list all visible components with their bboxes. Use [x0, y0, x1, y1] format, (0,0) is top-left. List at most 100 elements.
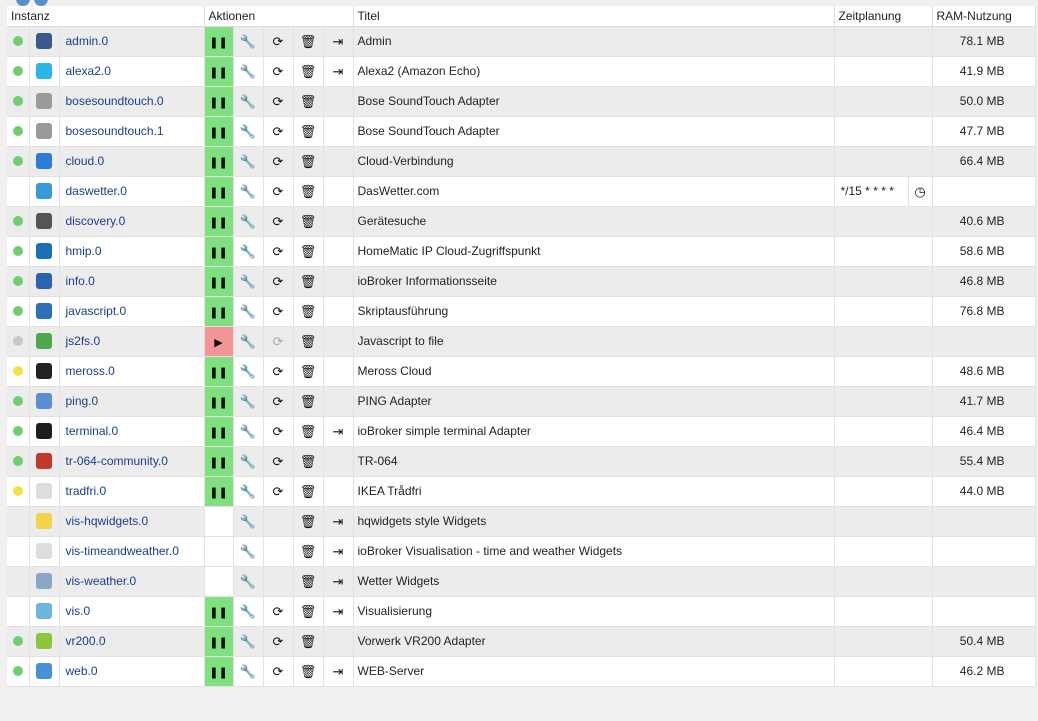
column-ram[interactable]: RAM-Nutzung: [932, 6, 1036, 27]
pause-button[interactable]: ❚❚: [204, 176, 234, 207]
settings-button[interactable]: 🔧: [233, 506, 264, 537]
pause-button[interactable]: ❚❚: [204, 266, 234, 297]
instance-name-cell[interactable]: javascript.0: [59, 296, 205, 327]
delete-button[interactable]: 🗑: [293, 656, 324, 687]
instance-name[interactable]: discovery.0: [60, 214, 126, 228]
instance-name[interactable]: web.0: [60, 664, 98, 678]
delete-button[interactable]: 🗑: [293, 566, 324, 597]
restart-button[interactable]: ⟳: [263, 26, 294, 57]
instance-name-cell[interactable]: terminal.0: [59, 416, 205, 447]
instance-name[interactable]: hmip.0: [60, 244, 102, 258]
start-button[interactable]: ▶: [204, 326, 234, 357]
instance-name[interactable]: daswetter.0: [60, 184, 127, 198]
delete-button[interactable]: 🗑: [293, 176, 324, 207]
table-row[interactable]: vis-hqwidgets.0 🔧 🗑 ⇥ hqwidgets style Widget…: [7, 506, 1036, 537]
table-row[interactable]: meross.0 ❚❚ 🔧 ⟳ 🗑 Meross Cloud 48.6 MB: [7, 356, 1036, 387]
instance-name[interactable]: meross.0: [60, 364, 115, 378]
table-row[interactable]: admin.0 ❚❚ 🔧 ⟳ 🗑 ⇥ Admin 78.1 MB: [7, 26, 1036, 57]
delete-button[interactable]: 🗑: [293, 536, 324, 567]
restart-button[interactable]: ⟳: [263, 386, 294, 417]
instance-name-cell[interactable]: bosesoundtouch.0: [59, 86, 205, 117]
instance-name[interactable]: vis-hqwidgets.0: [60, 514, 149, 528]
pause-button[interactable]: ❚❚: [204, 86, 234, 117]
settings-button[interactable]: 🔧: [233, 536, 264, 567]
table-row[interactable]: info.0 ❚❚ 🔧 ⟳ 🗑 ioBroker Informationsseite 46.…: [7, 266, 1036, 297]
instance-name[interactable]: js2fs.0: [60, 334, 101, 348]
settings-button[interactable]: 🔧: [233, 356, 264, 387]
pause-button[interactable]: ❚❚: [204, 356, 234, 387]
table-row[interactable]: tradfri.0 ❚❚ 🔧 ⟳ 🗑 IKEA Trådfri 44.0 MB: [7, 476, 1036, 507]
instance-name[interactable]: tr-064-community.0: [60, 454, 168, 468]
pause-button[interactable]: ❚❚: [204, 56, 234, 87]
instance-name[interactable]: info.0: [60, 274, 95, 288]
settings-button[interactable]: 🔧: [233, 476, 264, 507]
table-row[interactable]: hmip.0 ❚❚ 🔧 ⟳ 🗑 HomeMatic IP Cloud-Zugriffspu…: [7, 236, 1036, 267]
restart-button[interactable]: ⟳: [263, 236, 294, 267]
delete-button[interactable]: 🗑: [293, 356, 324, 387]
instance-name-cell[interactable]: vr200.0: [59, 626, 205, 657]
restart-button[interactable]: ⟳: [263, 56, 294, 87]
restart-button[interactable]: ⟳: [263, 176, 294, 207]
instance-name-cell[interactable]: alexa2.0: [59, 56, 205, 87]
pause-button[interactable]: ❚❚: [204, 626, 234, 657]
instance-name-cell[interactable]: cloud.0: [59, 146, 205, 177]
delete-button[interactable]: 🗑: [293, 326, 324, 357]
table-row[interactable]: js2fs.0 ▶ 🔧 ⟳ 🗑 Javascript to file: [7, 326, 1036, 357]
instance-name-cell[interactable]: info.0: [59, 266, 205, 297]
settings-button[interactable]: 🔧: [233, 326, 264, 357]
restart-button[interactable]: ⟳: [263, 446, 294, 477]
open-instance-button[interactable]: ⇥: [323, 416, 354, 447]
instance-name[interactable]: ping.0: [60, 394, 99, 408]
instance-name-cell[interactable]: web.0: [59, 656, 205, 687]
instance-name[interactable]: vis.0: [60, 604, 91, 618]
restart-button[interactable]: ⟳: [263, 416, 294, 447]
open-instance-button[interactable]: ⇥: [323, 656, 354, 687]
table-row[interactable]: cloud.0 ❚❚ 🔧 ⟳ 🗑 Cloud-Verbindung 66.4 MB: [7, 146, 1036, 177]
settings-button[interactable]: 🔧: [233, 566, 264, 597]
clock-icon[interactable]: ◷: [907, 176, 931, 205]
table-row[interactable]: bosesoundtouch.1 ❚❚ 🔧 ⟳ 🗑 Bose SoundTouch Ada…: [7, 116, 1036, 147]
table-row[interactable]: tr-064-community.0 ❚❚ 🔧 ⟳ 🗑 TR-064 55.4 MB: [7, 446, 1036, 477]
open-instance-button[interactable]: ⇥: [323, 536, 354, 567]
column-schedule[interactable]: Zeitplanung: [834, 6, 933, 27]
table-row[interactable]: terminal.0 ❚❚ 🔧 ⟳ 🗑 ⇥ ioBroker simple terminal…: [7, 416, 1036, 447]
pause-button[interactable]: ❚❚: [204, 146, 234, 177]
restart-button[interactable]: ⟳: [263, 656, 294, 687]
pause-button[interactable]: ❚❚: [204, 476, 234, 507]
restart-button[interactable]: ⟳: [263, 146, 294, 177]
column-instance[interactable]: Instanz: [7, 6, 205, 27]
settings-button[interactable]: 🔧: [233, 266, 264, 297]
settings-button[interactable]: 🔧: [233, 656, 264, 687]
delete-button[interactable]: 🗑: [293, 266, 324, 297]
settings-button[interactable]: 🔧: [233, 86, 264, 117]
restart-button[interactable]: ⟳: [263, 596, 294, 627]
delete-button[interactable]: 🗑: [293, 476, 324, 507]
delete-button[interactable]: 🗑: [293, 386, 324, 417]
pause-button[interactable]: ❚❚: [204, 656, 234, 687]
restart-button[interactable]: ⟳: [263, 116, 294, 147]
open-instance-button[interactable]: ⇥: [323, 26, 354, 57]
instance-name-cell[interactable]: hmip.0: [59, 236, 205, 267]
instance-name-cell[interactable]: ping.0: [59, 386, 205, 417]
delete-button[interactable]: 🗑: [293, 506, 324, 537]
delete-button[interactable]: 🗑: [293, 416, 324, 447]
settings-button[interactable]: 🔧: [233, 416, 264, 447]
instance-name[interactable]: vis-timeandweather.0: [60, 544, 179, 558]
instance-name-cell[interactable]: discovery.0: [59, 206, 205, 237]
instance-name[interactable]: tradfri.0: [60, 484, 107, 498]
delete-button[interactable]: 🗑: [293, 296, 324, 327]
instance-name[interactable]: bosesoundtouch.0: [60, 94, 164, 108]
delete-button[interactable]: 🗑: [293, 236, 324, 267]
instance-name[interactable]: vr200.0: [60, 634, 106, 648]
open-instance-button[interactable]: ⇥: [323, 506, 354, 537]
pause-button[interactable]: ❚❚: [204, 206, 234, 237]
settings-button[interactable]: 🔧: [233, 206, 264, 237]
delete-button[interactable]: 🗑: [293, 596, 324, 627]
instance-name-cell[interactable]: daswetter.0: [59, 176, 205, 207]
settings-button[interactable]: 🔧: [233, 386, 264, 417]
instance-name-cell[interactable]: js2fs.0: [59, 326, 205, 357]
settings-button[interactable]: 🔧: [233, 146, 264, 177]
restart-button[interactable]: ⟳: [263, 356, 294, 387]
instance-name[interactable]: admin.0: [60, 34, 109, 48]
table-row[interactable]: vis.0 ❚❚ 🔧 ⟳ 🗑 ⇥ Visualisierung: [7, 596, 1036, 627]
